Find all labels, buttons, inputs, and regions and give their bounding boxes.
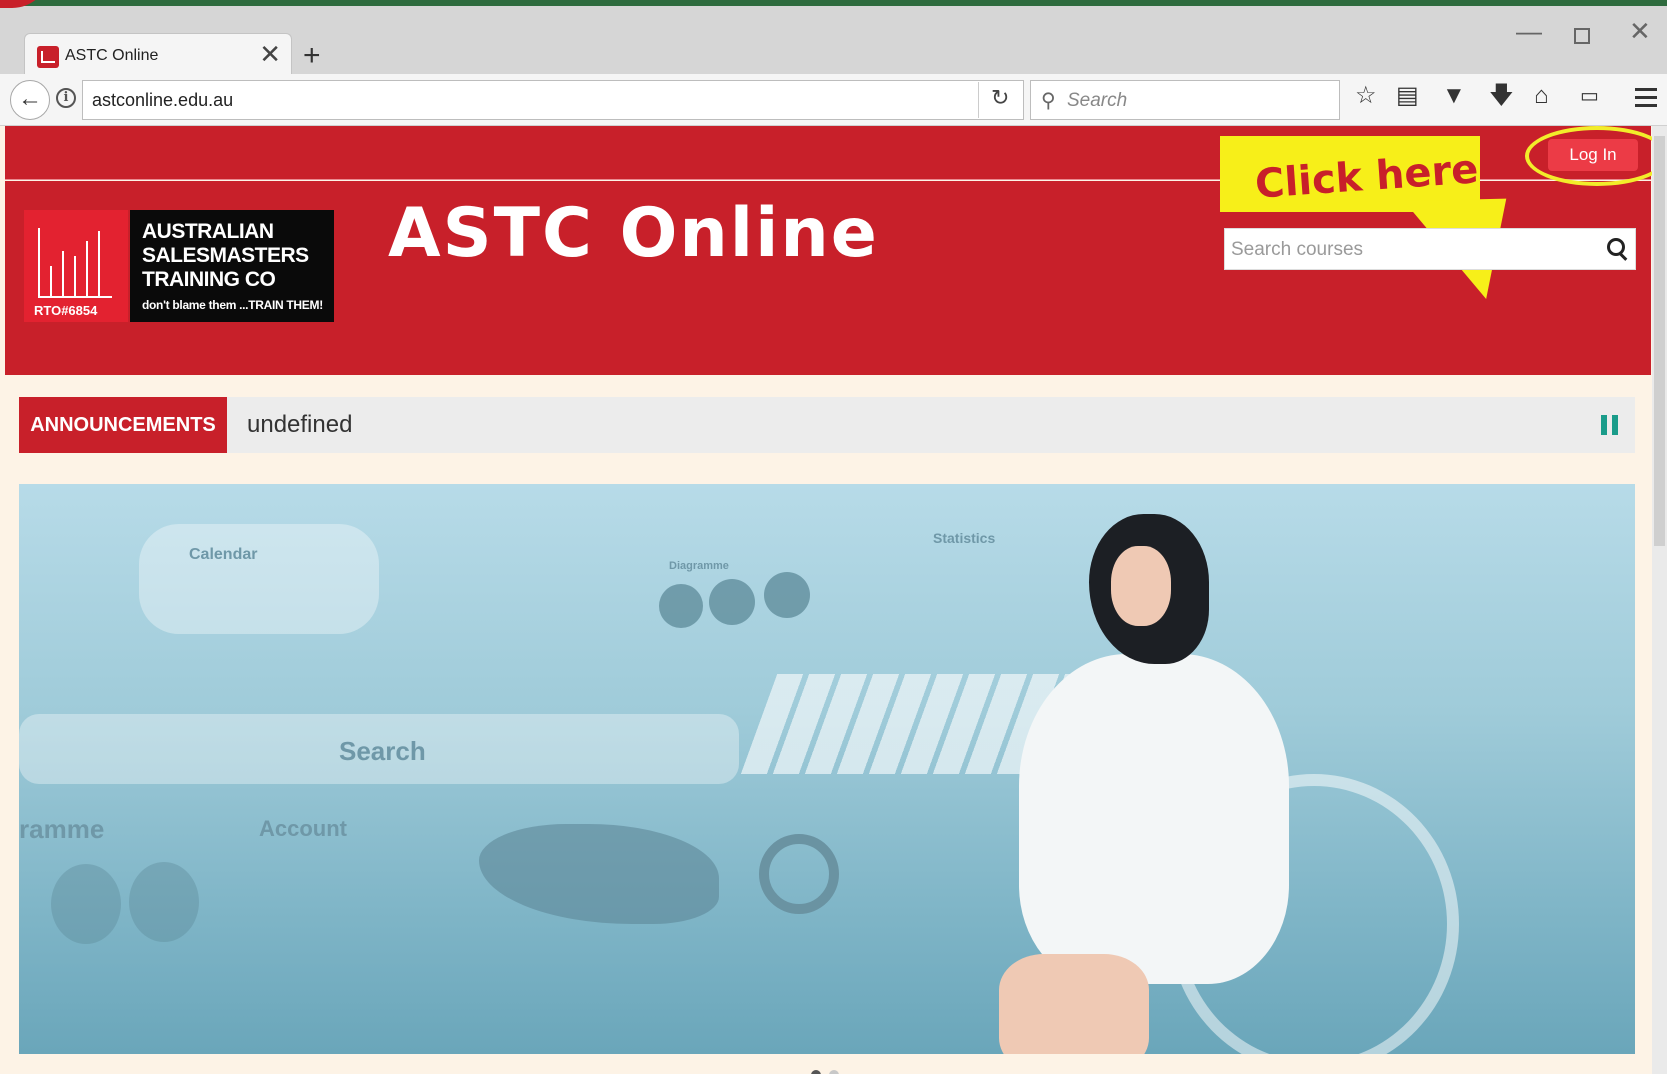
company-logo[interactable]: RTO#6854 AUSTRALIAN SALESMASTERS TRAININ… [24,210,334,322]
pie-chart-icon [51,864,121,944]
favicon-icon [37,46,59,68]
pie-chart-icon [709,579,755,625]
account-label: Account [259,816,347,841]
screenshot-icon[interactable]: ▭ [1580,86,1599,106]
tab-title: ASTC Online [65,47,159,64]
person-face [1111,546,1171,626]
pie-chart-icon [129,862,199,942]
announcements-label: ANNOUNCEMENTS [19,397,227,453]
search-icon[interactable] [1607,238,1625,256]
slider-dots [811,1067,847,1074]
hero-slider-image[interactable]: Calendar Search ramme Account Statistics… [19,484,1635,1054]
url-text: astconline.edu.au [92,90,234,110]
pause-icon[interactable] [1601,415,1619,435]
info-icon[interactable]: i [56,88,76,108]
maximize-icon[interactable] [1574,28,1590,44]
world-map-graphic [479,824,719,924]
logo-line-2: SALESMASTERS [142,244,309,267]
browser-tabstrip: ASTC Online ✕ + — ✕ [0,6,1667,79]
search-icon: ⚲ [1041,90,1056,112]
announcement-text[interactable]: undefined [247,411,352,439]
browser-navbar: ← i astconline.edu.au ↻ ⚲ Search ☆ ▤ ▼ 🡇… [0,74,1667,208]
site-body: RTO#6854 AUSTRALIAN SALESMASTERS TRAININ… [5,126,1667,1074]
reload-icon[interactable]: ↻ [978,82,1009,118]
pie-chart-icon [659,584,703,628]
pie-chart-icon [764,572,810,618]
logo-bars [38,228,112,298]
login-button[interactable]: Log In [1548,139,1638,171]
browser-tab[interactable]: ASTC Online ✕ [24,33,292,79]
download-icon[interactable]: 🡇 [1489,84,1514,108]
menu-icon[interactable] [1635,88,1657,112]
window-close-icon[interactable]: ✕ [1629,16,1651,47]
star-icon[interactable]: ☆ [1355,84,1377,108]
search-label: Search [339,736,426,766]
new-tab-icon[interactable]: + [303,41,321,71]
home-icon[interactable]: ⌂ [1534,84,1549,108]
course-search-input[interactable]: Search courses [1224,228,1636,270]
person-legs [999,954,1149,1054]
programme-label: ramme [19,814,105,844]
diagramme-label: Diagramme [669,560,729,572]
slider-dot-2[interactable] [829,1070,839,1074]
reading-list-icon[interactable]: ▤ [1396,84,1419,108]
logo-graph-icon: RTO#6854 [24,210,128,322]
back-arrow-icon[interactable]: ← [10,80,50,120]
dial-graphic [759,834,839,914]
logo-line-3: TRAINING CO [142,268,276,291]
scrollbar[interactable] [1652,126,1667,1074]
logo-wordmark: AUSTRALIAN SALESMASTERS TRAINING CO don'… [130,210,334,322]
announcements-bar: ANNOUNCEMENTS undefined [19,397,1635,453]
pocket-icon[interactable]: ▼ [1442,84,1466,108]
logo-rto: RTO#6854 [34,303,98,318]
browser-search-placeholder: Search [1067,90,1128,111]
calendar-panel [139,524,379,634]
browser-search-input[interactable]: ⚲ Search [1030,80,1340,120]
slider-dot-1[interactable] [811,1070,821,1074]
logo-line-1: AUSTRALIAN [142,220,274,243]
minimize-icon[interactable]: — [1516,16,1542,47]
page: ASTC Online ✕ + — ✕ ← i astconline.edu.a… [0,0,1667,1074]
person-body [1019,654,1289,984]
logo-tagline: don't blame them ...TRAIN THEM! [142,298,323,312]
close-tab-icon[interactable]: ✕ [259,41,281,67]
address-bar[interactable]: astconline.edu.au [82,80,1024,120]
calendar-label: Calendar [189,546,258,563]
site-title: ASTC Online [388,194,879,273]
course-search-placeholder: Search courses [1231,239,1364,260]
statistics-label: Statistics [933,530,996,546]
